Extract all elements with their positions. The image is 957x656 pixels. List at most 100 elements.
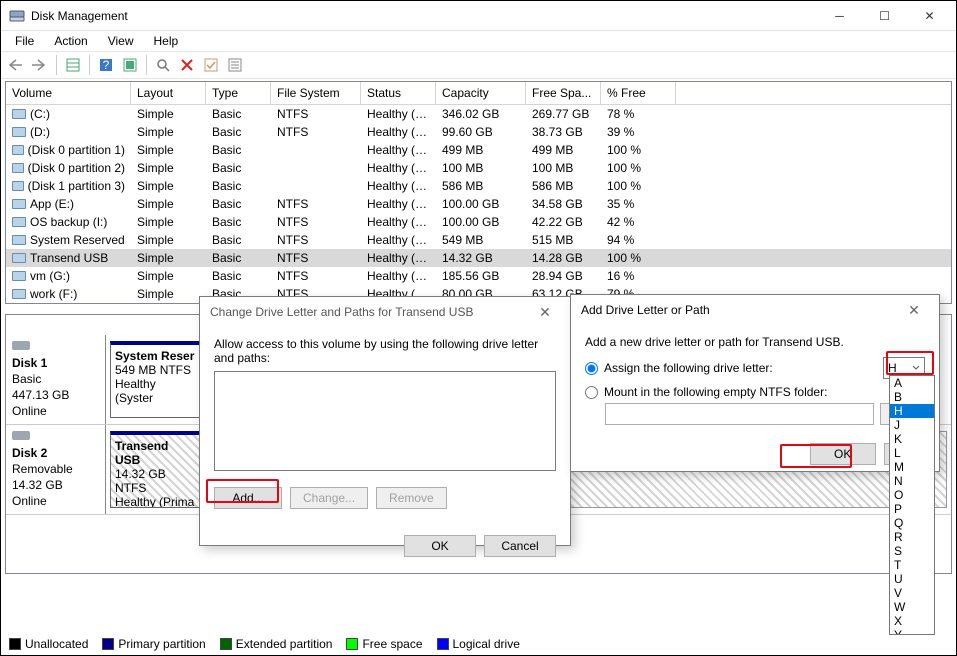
disk-size: 447.13 GB bbox=[12, 388, 99, 402]
col-header-type[interactable]: Type bbox=[206, 82, 271, 104]
partition-selected[interactable]: Transend USB 14.32 GB NTFS Healthy (Prim… bbox=[110, 431, 200, 508]
title-bar: Disk Management ─ ☐ ✕ bbox=[1, 1, 956, 31]
partition[interactable]: System Reser 549 MB NTFS Healthy (Syster bbox=[110, 341, 200, 418]
drive-letter-options[interactable]: ABHJKLMNOPQRSTUVWXYZ bbox=[889, 375, 935, 635]
col-header-status[interactable]: Status bbox=[361, 82, 436, 104]
drive-icon bbox=[12, 145, 24, 155]
drive-letter-option[interactable]: S bbox=[890, 544, 934, 558]
add-drive-letter-dialog: Add Drive Letter or Path ✕ Add a new dri… bbox=[570, 294, 940, 472]
drive-letter-option[interactable]: A bbox=[890, 376, 934, 390]
table-row[interactable]: System ReservedSimpleBasicNTFSHealthy (S… bbox=[6, 231, 951, 249]
ok-button[interactable]: OK bbox=[404, 535, 476, 557]
drive-icon bbox=[12, 181, 24, 191]
menu-action[interactable]: Action bbox=[46, 32, 95, 50]
drive-letter-option[interactable]: P bbox=[890, 502, 934, 516]
check-icon[interactable] bbox=[200, 54, 222, 76]
drive-letter-option[interactable]: B bbox=[890, 390, 934, 404]
help-icon[interactable]: ? bbox=[95, 54, 117, 76]
menu-help[interactable]: Help bbox=[146, 32, 187, 50]
table-row[interactable]: (C:)SimpleBasicNTFSHealthy (B...346.02 G… bbox=[6, 105, 951, 123]
partition-name: Transend USB bbox=[115, 439, 195, 467]
drive-icon bbox=[12, 127, 26, 137]
drive-letter-option[interactable]: N bbox=[890, 474, 934, 488]
drive-letter-option[interactable]: V bbox=[890, 586, 934, 600]
table-row[interactable]: (Disk 0 partition 2)SimpleBasicHealthy (… bbox=[6, 159, 951, 177]
mount-folder-radio[interactable] bbox=[585, 386, 598, 399]
change-drive-letter-dialog: Change Drive Letter and Paths for Transe… bbox=[199, 296, 571, 546]
col-header-filesystem[interactable]: File System bbox=[271, 82, 361, 104]
partition-name: System Reser bbox=[115, 349, 195, 363]
menu-file[interactable]: File bbox=[7, 32, 42, 50]
delete-icon[interactable] bbox=[176, 54, 198, 76]
disk-status: Online bbox=[12, 404, 99, 418]
drive-letter-option[interactable]: X bbox=[890, 614, 934, 628]
drive-letter-option[interactable]: U bbox=[890, 572, 934, 586]
add-button[interactable]: Add... bbox=[214, 487, 282, 509]
change-button[interactable]: Change... bbox=[290, 487, 368, 509]
drive-letter-option[interactable]: W bbox=[890, 600, 934, 614]
disk-icon bbox=[12, 341, 30, 350]
maximize-button[interactable]: ☐ bbox=[862, 1, 907, 31]
legend: Unallocated Primary partition Extended p… bbox=[9, 637, 520, 651]
table-row[interactable]: vm (G:)SimpleBasicNTFSHealthy (B...185.5… bbox=[6, 267, 951, 285]
folder-path-input[interactable] bbox=[605, 403, 874, 425]
close-icon[interactable]: ✕ bbox=[899, 302, 929, 319]
disk-type: Removable bbox=[12, 462, 99, 476]
table-row[interactable]: Transend USBSimpleBasicNTFSHealthy (P...… bbox=[6, 249, 951, 267]
drive-letter-option[interactable]: Y bbox=[890, 628, 934, 635]
drive-letter-option[interactable]: J bbox=[890, 418, 934, 432]
forward-button[interactable] bbox=[29, 54, 51, 76]
ok-button[interactable]: OK bbox=[810, 443, 876, 465]
drive-letter-option[interactable]: R bbox=[890, 530, 934, 544]
drive-icon bbox=[12, 163, 24, 173]
drive-letter-option[interactable]: O bbox=[890, 488, 934, 502]
dialog-title: Add Drive Letter or Path bbox=[581, 303, 899, 317]
table-row[interactable]: (Disk 1 partition 3)SimpleBasicHealthy (… bbox=[6, 177, 951, 195]
legend-unallocated: Unallocated bbox=[25, 637, 88, 651]
disk-size: 14.32 GB bbox=[12, 478, 99, 492]
settings-icon[interactable] bbox=[119, 54, 141, 76]
close-icon[interactable]: ✕ bbox=[530, 304, 560, 321]
disk-icon bbox=[12, 431, 30, 440]
table-row[interactable]: (D:)SimpleBasicNTFSHealthy (B...99.60 GB… bbox=[6, 123, 951, 141]
toolbar: ? bbox=[1, 51, 956, 79]
partition-detail: 549 MB NTFS bbox=[115, 363, 195, 377]
drive-letter-option[interactable]: H bbox=[890, 404, 934, 418]
search-icon[interactable] bbox=[152, 54, 174, 76]
col-header-pctfree[interactable]: % Free bbox=[601, 82, 676, 104]
drive-letter-option[interactable]: K bbox=[890, 432, 934, 446]
drive-letter-option[interactable]: M bbox=[890, 460, 934, 474]
paths-listbox[interactable] bbox=[214, 371, 556, 471]
close-button[interactable]: ✕ bbox=[907, 1, 952, 31]
col-header-volume[interactable]: Volume bbox=[6, 82, 131, 104]
disk-info: Disk 2 Removable 14.32 GB Online bbox=[6, 425, 106, 514]
table-row[interactable]: App (E:)SimpleBasicNTFSHealthy (B...100.… bbox=[6, 195, 951, 213]
list-icon[interactable] bbox=[224, 54, 246, 76]
volume-list: Volume Layout Type File System Status Ca… bbox=[5, 81, 952, 304]
view-grid-icon[interactable] bbox=[62, 54, 84, 76]
cancel-button[interactable]: Cancel bbox=[484, 535, 556, 557]
col-header-layout[interactable]: Layout bbox=[131, 82, 206, 104]
disk-name: Disk 2 bbox=[12, 446, 99, 460]
chevron-down-icon bbox=[912, 365, 920, 371]
back-button[interactable] bbox=[5, 54, 27, 76]
assign-letter-radio[interactable] bbox=[585, 362, 598, 375]
drive-icon bbox=[12, 271, 26, 281]
dialog-title: Change Drive Letter and Paths for Transe… bbox=[210, 305, 530, 319]
remove-button[interactable]: Remove bbox=[376, 487, 447, 509]
assign-letter-label: Assign the following drive letter: bbox=[604, 361, 883, 375]
col-header-capacity[interactable]: Capacity bbox=[436, 82, 526, 104]
col-header-freespace[interactable]: Free Spa... bbox=[526, 82, 601, 104]
app-icon bbox=[9, 8, 25, 24]
table-row[interactable]: OS backup (I:)SimpleBasicNTFSHealthy (L.… bbox=[6, 213, 951, 231]
menu-bar: File Action View Help bbox=[1, 31, 956, 51]
drive-icon bbox=[12, 235, 26, 245]
minimize-button[interactable]: ─ bbox=[817, 1, 862, 31]
legend-extended: Extended partition bbox=[236, 637, 333, 651]
table-row[interactable]: (Disk 0 partition 1)SimpleBasicHealthy (… bbox=[6, 141, 951, 159]
drive-letter-option[interactable]: T bbox=[890, 558, 934, 572]
menu-view[interactable]: View bbox=[100, 32, 142, 50]
drive-letter-option[interactable]: L bbox=[890, 446, 934, 460]
drive-letter-option[interactable]: Q bbox=[890, 516, 934, 530]
drive-icon bbox=[12, 109, 26, 119]
